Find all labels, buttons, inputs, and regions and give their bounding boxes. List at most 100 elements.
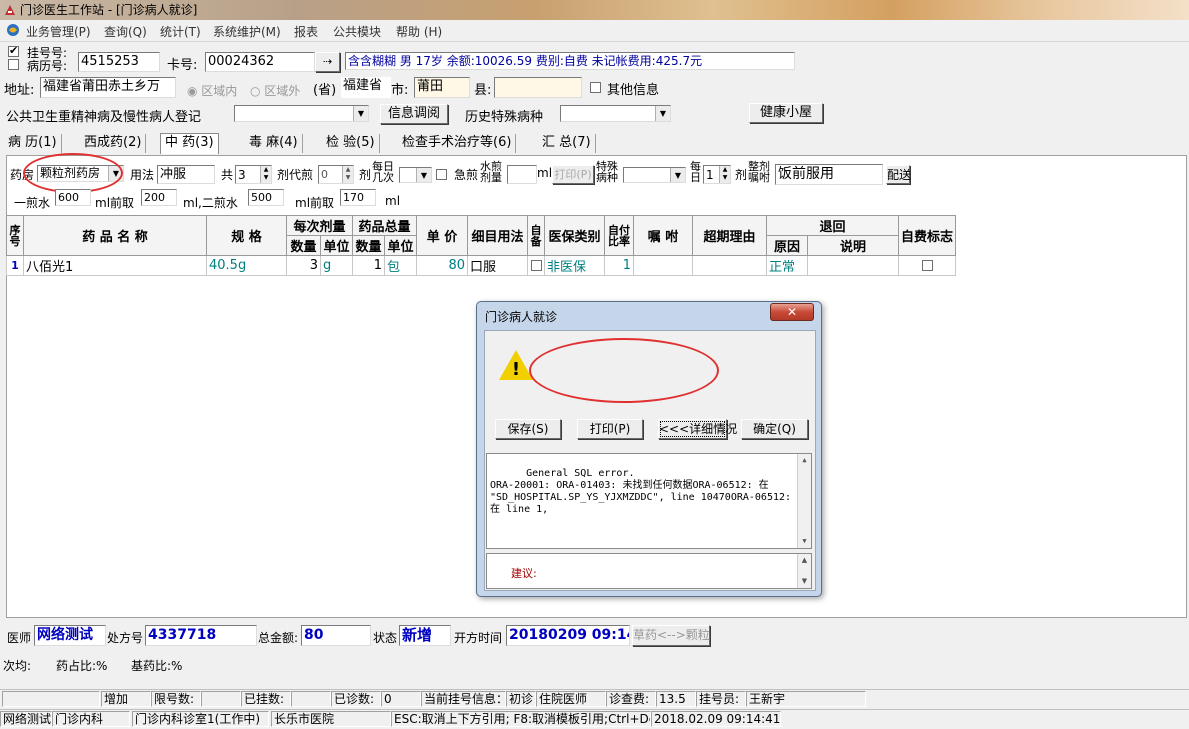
col-total-qty[interactable]: 数量 bbox=[352, 235, 385, 256]
suggest-memo[interactable]: 建议: ▲ ▼ bbox=[486, 553, 812, 589]
second-water-field[interactable]: 500 bbox=[248, 189, 284, 206]
col-spec[interactable]: 规 格 bbox=[206, 215, 287, 256]
daily-select[interactable]: ▼ bbox=[399, 167, 432, 183]
error-memo[interactable]: General SQL error. ORA-20001: ORA-01403:… bbox=[486, 453, 812, 549]
dialog-details-button[interactable]: <<<详细情况 bbox=[658, 419, 737, 439]
menu-business[interactable]: 业务管理(P) bbox=[26, 23, 91, 40]
first-take-field[interactable]: 200 bbox=[141, 189, 177, 206]
decoct-stepper[interactable]: 0 ▲ ▼ bbox=[318, 165, 354, 184]
dispense-button[interactable]: 配送 bbox=[886, 165, 911, 184]
first-water-field[interactable]: 600 bbox=[55, 189, 91, 206]
col-seq[interactable]: 序号 bbox=[6, 215, 24, 256]
cell-self[interactable] bbox=[527, 255, 545, 276]
scroll-up-icon[interactable]: ▲ bbox=[798, 554, 811, 567]
special-select[interactable]: ▼ bbox=[623, 167, 686, 183]
card-reader-button[interactable]: ⇢ bbox=[315, 52, 340, 72]
table-row[interactable]: 1 八佰光1 40.5g 3 g 1 包 80 口服 非医保 1 正常 bbox=[6, 255, 956, 276]
print-herb-button[interactable]: 打印(P) bbox=[552, 165, 594, 184]
tab-chinese[interactable]: 中 药(3) bbox=[160, 133, 219, 154]
cell-ratio[interactable]: 1 bbox=[604, 255, 634, 276]
scroll-up-icon[interactable]: ▲ bbox=[798, 454, 811, 467]
health-house-button[interactable]: 健康小屋 bbox=[749, 103, 823, 123]
cell-dose-qty[interactable]: 3 bbox=[286, 255, 321, 276]
time-field[interactable]: 20180209 09:14 bbox=[506, 625, 630, 646]
cell-usage[interactable]: 口服 bbox=[467, 255, 528, 276]
col-refund-desc[interactable]: 说明 bbox=[807, 235, 899, 256]
reg-checkbox[interactable] bbox=[8, 44, 19, 57]
col-price[interactable]: 单 价 bbox=[416, 215, 468, 256]
dialog-save-button[interactable]: 保存(S) bbox=[495, 419, 561, 439]
water-field[interactable] bbox=[507, 165, 537, 184]
other-info-checkbox[interactable] bbox=[590, 82, 601, 93]
tab-exam[interactable]: 检查手术治疗等(6) bbox=[398, 134, 517, 153]
cell-reason[interactable] bbox=[692, 255, 767, 276]
menu-system[interactable]: 系统维护(M) bbox=[213, 23, 281, 40]
tab-summary[interactable]: 汇 总(7) bbox=[538, 134, 596, 153]
cell-refund-reason[interactable]: 正常 bbox=[766, 255, 808, 276]
history-select[interactable]: ▼ bbox=[560, 105, 671, 122]
scroll-down-icon[interactable]: ▼ bbox=[798, 535, 811, 548]
tab-record[interactable]: 病 历(1) bbox=[4, 134, 62, 153]
dialog-close-button[interactable]: ✕ bbox=[770, 303, 814, 321]
record-no-field[interactable]: 4515253 bbox=[78, 52, 160, 72]
state-field[interactable]: 新增 bbox=[399, 625, 451, 646]
cell-name[interactable]: 八佰光1 bbox=[23, 255, 207, 276]
col-refund[interactable]: 退回 bbox=[766, 215, 899, 236]
col-ratio[interactable]: 自付比率 bbox=[604, 215, 634, 256]
radio-in-area[interactable]: ◉ 区域内 bbox=[187, 82, 237, 99]
card-no-field[interactable]: 00024362 bbox=[205, 52, 315, 72]
col-per-dose[interactable]: 每次剂量 bbox=[286, 215, 353, 236]
col-dose-qty[interactable]: 数量 bbox=[286, 235, 321, 256]
col-reason[interactable]: 超期理由 bbox=[692, 215, 767, 256]
menu-report[interactable]: 报表 bbox=[294, 23, 318, 40]
addr-field[interactable]: 福建省莆田赤土乡万 bbox=[40, 77, 176, 98]
col-selfpay[interactable]: 自费标志 bbox=[898, 215, 956, 256]
stepper-arrows-icon[interactable]: ▲ ▼ bbox=[342, 166, 353, 183]
stepper-arrows-icon[interactable]: ▲ ▼ bbox=[719, 166, 730, 183]
col-self[interactable]: 自备 bbox=[527, 215, 545, 256]
county-field[interactable] bbox=[494, 77, 582, 98]
tab-lab[interactable]: 检 验(5) bbox=[322, 134, 380, 153]
self-checkbox[interactable] bbox=[530, 260, 542, 271]
usage-field[interactable]: 冲服 bbox=[157, 165, 215, 184]
suggest-scrollbar[interactable]: ▲ ▼ bbox=[797, 554, 811, 588]
amount-field[interactable]: 80 bbox=[301, 625, 371, 646]
col-usage[interactable]: 细目用法 bbox=[467, 215, 528, 256]
cell-spec[interactable]: 40.5g bbox=[206, 255, 287, 276]
col-refund-reason[interactable]: 原因 bbox=[766, 235, 808, 256]
selfpay-checkbox[interactable] bbox=[921, 260, 933, 271]
per-day-stepper[interactable]: 1 ▲ ▼ bbox=[703, 165, 731, 184]
tab-narcotic[interactable]: 毒 麻(4) bbox=[245, 134, 303, 153]
menu-stats[interactable]: 统计(T) bbox=[160, 23, 201, 40]
cell-refund-desc[interactable] bbox=[807, 255, 899, 276]
col-name[interactable]: 药 品 名 称 bbox=[23, 215, 207, 256]
error-scrollbar[interactable]: ▲ ▼ bbox=[797, 454, 811, 548]
dialog-print-button[interactable]: 打印(P) bbox=[577, 419, 643, 439]
dialog-ok-button[interactable]: 确定(Q) bbox=[741, 419, 808, 439]
radio-out-area[interactable]: ○ 区域外 bbox=[250, 82, 300, 99]
col-total-unit[interactable]: 单位 bbox=[384, 235, 417, 256]
menu-public[interactable]: 公共模块 bbox=[333, 23, 381, 40]
province-field[interactable]: 福建省 bbox=[341, 77, 391, 98]
col-insurance[interactable]: 医保类别 bbox=[544, 215, 605, 256]
col-note[interactable]: 嘱 咐 bbox=[633, 215, 693, 256]
menu-query[interactable]: 查询(Q) bbox=[104, 23, 147, 40]
city-field[interactable]: 莆田 bbox=[414, 77, 470, 98]
cell-price[interactable]: 80 bbox=[416, 255, 468, 276]
scroll-down-icon[interactable]: ▼ bbox=[798, 575, 811, 588]
rx-field[interactable]: 4337718 bbox=[145, 625, 257, 646]
menu-help[interactable]: 帮助 (H) bbox=[396, 23, 442, 40]
stepper-arrows-icon[interactable]: ▲ ▼ bbox=[260, 166, 271, 183]
col-dose-unit[interactable]: 单位 bbox=[320, 235, 353, 256]
cell-note[interactable] bbox=[633, 255, 693, 276]
cell-total-unit[interactable]: 包 bbox=[384, 255, 417, 276]
cell-dose-unit[interactable]: g bbox=[320, 255, 353, 276]
cell-insurance[interactable]: 非医保 bbox=[544, 255, 605, 276]
cell-total-qty[interactable]: 1 bbox=[352, 255, 385, 276]
record-checkbox[interactable] bbox=[8, 59, 19, 70]
col-total[interactable]: 药品总量 bbox=[352, 215, 417, 236]
switch-herb-granule-button[interactable]: 草药<-->颗粒 bbox=[632, 625, 710, 646]
total-stepper[interactable]: 3 ▲ ▼ bbox=[235, 165, 272, 184]
tab-western[interactable]: 西成药(2) bbox=[80, 134, 147, 153]
cell-selfpay[interactable] bbox=[898, 255, 956, 276]
